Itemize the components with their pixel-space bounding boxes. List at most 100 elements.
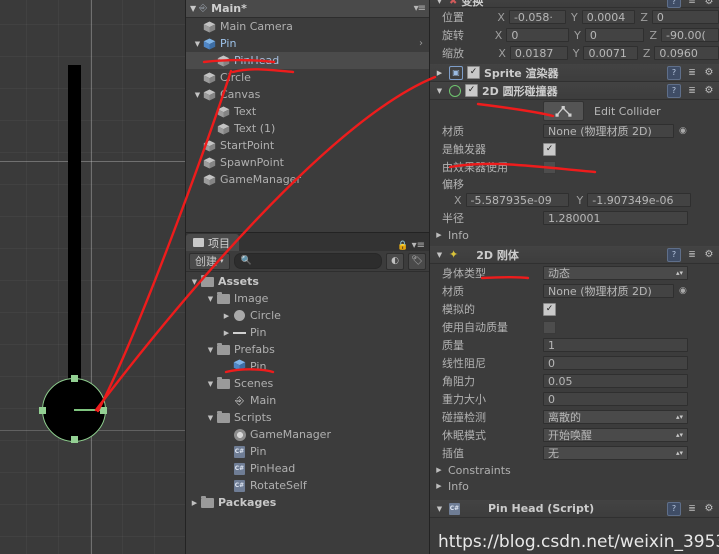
help-icon[interactable]: ? (667, 0, 681, 8)
rigidbody-dropdown[interactable]: 动态 ▴▾ (543, 266, 688, 280)
used-by-effector-checkbox[interactable]: ✓ (543, 160, 556, 174)
transform-field-y[interactable]: 0 (584, 28, 645, 42)
collider-handle-right[interactable] (100, 406, 107, 414)
gear-icon[interactable]: ⚙ (703, 0, 715, 7)
preset-icon[interactable]: ≣ (686, 85, 698, 97)
chevron-down-icon[interactable]: ▼ (190, 4, 196, 13)
prefab-open-chevron-icon[interactable]: › (419, 38, 423, 49)
rigidbody-text-field[interactable]: 0.05 (543, 374, 688, 388)
chevron-down-icon[interactable]: ▼ (434, 505, 445, 513)
chevron-down-icon[interactable]: ▼ (205, 380, 216, 388)
gear-icon[interactable]: ⚙ (703, 67, 715, 79)
project-asset-list[interactable]: ▼ Assets ▼ Image ▶ Circle ▶ Pin ▼ Prefabs Pin ▼ Scen… (186, 272, 429, 554)
transform-field-z[interactable]: 0 (651, 10, 719, 24)
constraints-row[interactable]: ▶ Constraints (430, 462, 719, 478)
chevron-right-icon[interactable]: ▶ (221, 312, 232, 320)
rigidbody-object-field[interactable]: None (物理材质 2D) (543, 284, 674, 298)
preset-icon[interactable]: ≣ (686, 0, 698, 7)
hierarchy-item-canvas[interactable]: ▼ Canvas (186, 86, 429, 103)
rigidbody-text-field[interactable]: 0 (543, 356, 688, 370)
collider-handle-bottom[interactable] (70, 436, 78, 443)
edit-collider-button[interactable] (543, 101, 584, 121)
component-header-circle-collider-2d[interactable]: ▼ ✓ 2D 圆形碰撞器 ? ≣ ⚙ (430, 82, 719, 100)
project-item-packages[interactable]: ▶ Packages (186, 494, 429, 511)
project-item-pin[interactable]: C# Pin (186, 443, 429, 460)
object-picker-icon[interactable]: ◉ (679, 286, 687, 296)
object-picker-icon[interactable]: ◉ (679, 126, 687, 136)
collider-handle-left[interactable] (39, 406, 46, 414)
rigidbody-dropdown[interactable]: 离散的 ▴▾ (543, 410, 688, 424)
transform-field-z[interactable]: -90.00( (661, 28, 719, 42)
chevron-down-icon[interactable]: ▼ (192, 91, 203, 99)
hierarchy-item-text-1[interactable]: Text (1) (186, 120, 429, 137)
chevron-right-icon[interactable]: ▶ (434, 482, 444, 490)
gear-icon[interactable]: ⚙ (703, 85, 715, 97)
rigidbody-dropdown[interactable]: 无 ▴▾ (543, 446, 688, 460)
chevron-right-icon[interactable]: ▶ (221, 329, 232, 337)
collider-handle-top[interactable] (70, 375, 78, 382)
transform-field-x[interactable]: 0 (506, 28, 570, 42)
radius-field[interactable]: 1.280001 (543, 211, 688, 225)
hierarchy-item-main-camera[interactable]: Main Camera (186, 18, 429, 35)
rigidbody-text-field[interactable]: 0 (543, 392, 688, 406)
chevron-down-icon[interactable]: ▼ (205, 346, 216, 354)
hierarchy-item-circle[interactable]: Circle (186, 69, 429, 86)
project-item-scenes[interactable]: ▼ Scenes (186, 375, 429, 392)
chevron-right-icon[interactable]: ▶ (434, 231, 444, 239)
chevron-right-icon[interactable]: ▶ (434, 69, 445, 77)
pin-body-object[interactable] (68, 65, 81, 410)
project-item-pin[interactable]: ▶ Pin (186, 324, 429, 341)
project-item-pin[interactable]: Pin (186, 358, 429, 375)
transform-field-y[interactable]: 0.0004 (581, 10, 636, 24)
is-trigger-checkbox[interactable]: ✓ (543, 142, 556, 156)
tab-project[interactable]: 项目 (186, 234, 239, 251)
project-item-gamemanager[interactable]: GameManager (186, 426, 429, 443)
offset-y-field[interactable]: -1.907349e-06 (587, 193, 692, 207)
hierarchy-item-pin[interactable]: ▼ Pin › (186, 35, 429, 52)
help-icon[interactable]: ? (667, 65, 681, 80)
help-icon[interactable]: ? (667, 501, 681, 516)
chevron-down-icon[interactable]: ▼ (434, 0, 445, 5)
hierarchy-item-spawnpoint[interactable]: SpawnPoint (186, 154, 429, 171)
help-icon[interactable]: ? (667, 83, 681, 98)
transform-field-x[interactable]: -0.058· (508, 10, 566, 24)
chevron-down-icon[interactable]: ▼ (434, 87, 445, 95)
project-item-circle[interactable]: ▶ Circle (186, 307, 429, 324)
component-header-rigidbody-2d[interactable]: ▼ ✦ 2D 刚体 ? ≣ ⚙ (430, 246, 719, 264)
filter-by-type-icon[interactable]: ◐ (386, 252, 404, 270)
project-item-rotateself[interactable]: C# RotateSelf (186, 477, 429, 494)
preset-icon[interactable]: ≣ (686, 249, 698, 261)
chevron-down-icon[interactable]: ▼ (205, 295, 216, 303)
hierarchy-item-text[interactable]: Text (186, 103, 429, 120)
inspector-panel[interactable]: ▼ ✖ 变换 ? ≣ ⚙ 位置 X -0.058· Y 0.0004 Z 0 旋转 X 0 Y 0 Z -… (430, 0, 719, 554)
transform-field-x[interactable]: 0.0187 (509, 46, 568, 60)
chevron-down-icon[interactable]: ▼ (192, 40, 203, 48)
project-item-scripts[interactable]: ▼ Scripts (186, 409, 429, 426)
create-button[interactable]: 创建 ▾ (189, 252, 230, 270)
component-header-sprite-renderer[interactable]: ▶ ▣ ✓ Sprite 渲染器 ? ≣ ⚙ (430, 64, 719, 82)
filter-by-label-icon[interactable]: 🏷 (408, 252, 426, 270)
hierarchy-item-gamemanager[interactable]: GameManager (186, 171, 429, 188)
rigidbody-info-row[interactable]: ▶ Info (430, 478, 719, 494)
component-header-pinhead-script[interactable]: ▼ C# Pin Head (Script) ? ≣ ⚙ (430, 500, 719, 518)
move-gizmo-arm[interactable] (74, 409, 103, 411)
project-item-pinhead[interactable]: C# PinHead (186, 460, 429, 477)
hierarchy-item-pinhead[interactable]: PinHead (186, 52, 429, 69)
chevron-down-icon[interactable]: ▼ (189, 278, 200, 286)
circle-collider-enabled-checkbox[interactable]: ✓ (465, 84, 478, 97)
project-panel[interactable]: 项目 🔒 ▾≡ 创建 ▾ 🔍 ◐ 🏷 ▼ Assets ▼ Image ▶ Ci… (186, 233, 429, 554)
collider-material-field[interactable]: None (物理材质 2D) (543, 124, 674, 138)
sprite-renderer-enabled-checkbox[interactable]: ✓ (467, 66, 480, 79)
scene-view[interactable] (0, 0, 185, 554)
rigidbody-dropdown[interactable]: 开始唤醒 ▴▾ (543, 428, 688, 442)
lock-icon[interactable]: 🔒 (397, 241, 408, 251)
rigidbody-checkbox[interactable]: ✓ (543, 302, 556, 316)
preset-icon[interactable]: ≣ (686, 503, 698, 515)
chevron-right-icon[interactable]: ▶ (434, 466, 444, 474)
offset-x-field[interactable]: -5.587935e-09 (465, 193, 569, 207)
hierarchy-panel[interactable]: ▼ ⎆ Main* ▾≡ Main Camera ▼ Pin › PinHead Circ… (186, 0, 429, 233)
hierarchy-item-startpoint[interactable]: StartPoint (186, 137, 429, 154)
hierarchy-menu-icon[interactable]: ▾≡ (414, 3, 426, 14)
project-search-box[interactable]: 🔍 (233, 253, 382, 269)
project-item-main[interactable]: ⎆ Main (186, 392, 429, 409)
